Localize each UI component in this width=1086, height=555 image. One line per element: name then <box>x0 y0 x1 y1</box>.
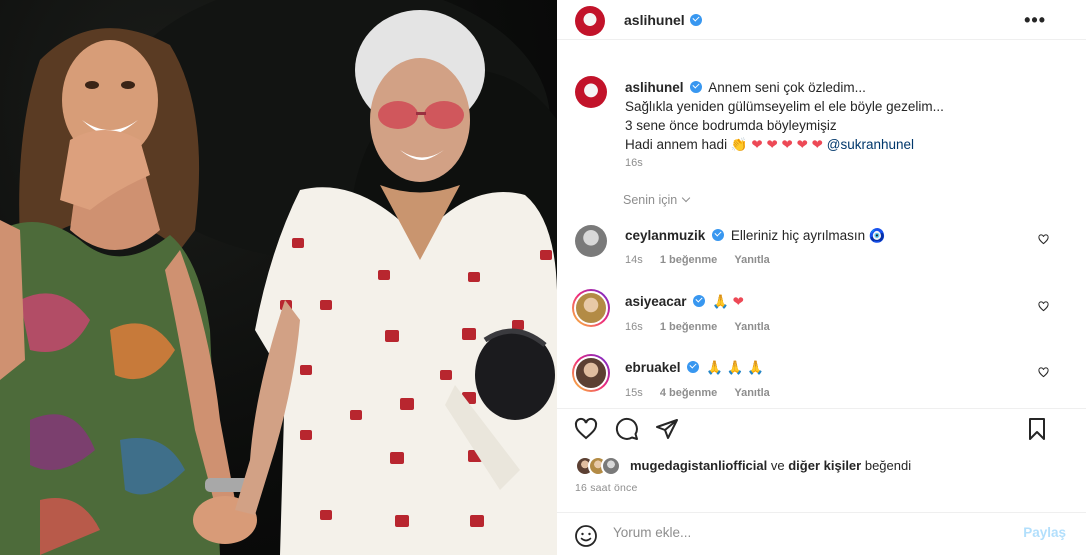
post-caption: aslihunel Annem seni çok özledim... Sağl… <box>625 78 1045 154</box>
reply-button[interactable]: Yanıtla <box>734 387 769 399</box>
comment-like-heart-icon[interactable] <box>1038 234 1049 245</box>
caption-mention[interactable]: @sukranhunel <box>827 137 914 152</box>
heart-icon[interactable] <box>574 417 598 441</box>
comment-composer: Paylaş <box>557 512 1086 555</box>
more-icon[interactable]: ••• <box>1024 10 1046 31</box>
verified-badge-icon <box>690 81 703 93</box>
reply-button[interactable]: Yanıtla <box>734 254 769 266</box>
comment-likes[interactable]: 1 beğenme <box>660 254 717 266</box>
sort-label: Senin için <box>623 193 678 207</box>
comment-like-heart-icon[interactable] <box>1038 367 1049 378</box>
caption-username[interactable]: aslihunel <box>625 80 684 95</box>
comment-emoji: 🙏 ❤ <box>712 294 744 309</box>
post-photo[interactable] <box>0 0 557 555</box>
comment-item: ceylanmuzik Elleriniz hiç ayrılmasın 🧿 <box>625 228 886 244</box>
post-time-ago: 16 saat önce <box>575 482 638 494</box>
post-detail-panel: aslihunel ••• aslihunel Annem seni çok ö… <box>557 0 1086 555</box>
other-likers-link[interactable]: diğer kişiler <box>788 458 861 473</box>
comment-time: 14s <box>625 254 643 266</box>
likes-summary: mugedagistanliofficial ve diğer kişiler … <box>630 458 911 473</box>
emoji-icon[interactable] <box>574 524 598 548</box>
comment-item: ebruakel 🙏 🙏 🙏 <box>625 360 764 376</box>
share-icon[interactable] <box>655 417 679 441</box>
comment-meta: 15s 4 beğenme Yanıtla <box>625 387 784 399</box>
caption-line-1: Annem seni çok özledim... <box>708 80 866 95</box>
reply-button[interactable]: Yanıtla <box>734 321 769 333</box>
comment-time: 16s <box>625 321 643 333</box>
comment-meta: 14s 1 beğenme Yanıtla <box>625 254 784 266</box>
comment-meta: 16s 1 beğenme Yanıtla <box>625 321 784 333</box>
likes-suffix: beğendi <box>864 458 912 473</box>
author-username[interactable]: aslihunel <box>624 12 685 28</box>
comment-username[interactable]: asiyeacar <box>625 294 687 309</box>
comment-avatar[interactable] <box>572 354 610 392</box>
comment-item: asiyeacar 🙏 ❤ <box>625 294 744 310</box>
comment-sort-dropdown[interactable]: Senin için <box>623 193 691 207</box>
verified-badge-icon <box>693 295 706 307</box>
action-bar <box>557 408 1086 448</box>
caption-line-4: Hadi annem hadi <box>625 137 728 152</box>
comment-text: Elleriniz hiç ayrılmasın <box>730 228 866 243</box>
verified-badge-icon <box>687 361 700 373</box>
caption-line-2: Sağlıkla yeniden gülümseyelim el ele böy… <box>625 99 944 114</box>
liker-username[interactable]: mugedagistanliofficial <box>630 458 767 473</box>
comment-icon[interactable] <box>615 417 639 441</box>
post-comment-button[interactable]: Paylaş <box>1023 525 1066 540</box>
caption-line-3: 3 sene önce bodrumda böyleymişiz <box>625 118 837 133</box>
liker-avatars[interactable] <box>575 456 627 476</box>
caption-time-value: 16s <box>625 157 643 169</box>
verified-badge-icon <box>690 14 702 26</box>
likes-connector: ve <box>770 458 785 473</box>
comment-time: 15s <box>625 387 643 399</box>
comment-username[interactable]: ebruakel <box>625 360 681 375</box>
comment-emoji: 🙏 🙏 🙏 <box>706 360 764 375</box>
caption-time: 16s <box>625 157 657 169</box>
comment-avatar[interactable] <box>572 289 610 327</box>
clap-emoji: 👏 <box>730 137 748 152</box>
hearts-emoji: ❤ ❤ ❤ ❤ ❤ <box>751 137 823 152</box>
comment-input[interactable] <box>613 525 1003 540</box>
chevron-down-icon <box>681 193 691 203</box>
comment-likes[interactable]: 4 beğenme <box>660 387 717 399</box>
comment-like-heart-icon[interactable] <box>1038 301 1049 312</box>
comment-username[interactable]: ceylanmuzik <box>625 228 705 243</box>
comment-avatar[interactable] <box>575 225 607 257</box>
verified-badge-icon <box>712 229 725 241</box>
author-avatar[interactable] <box>575 6 605 36</box>
post-header: aslihunel ••• <box>557 0 1086 40</box>
hands-emoji: 🧿 <box>868 228 886 243</box>
photo-illustration <box>0 0 557 555</box>
comment-likes[interactable]: 1 beğenme <box>660 321 717 333</box>
bookmark-icon[interactable] <box>1025 417 1049 441</box>
caption-author-avatar[interactable] <box>575 76 607 108</box>
